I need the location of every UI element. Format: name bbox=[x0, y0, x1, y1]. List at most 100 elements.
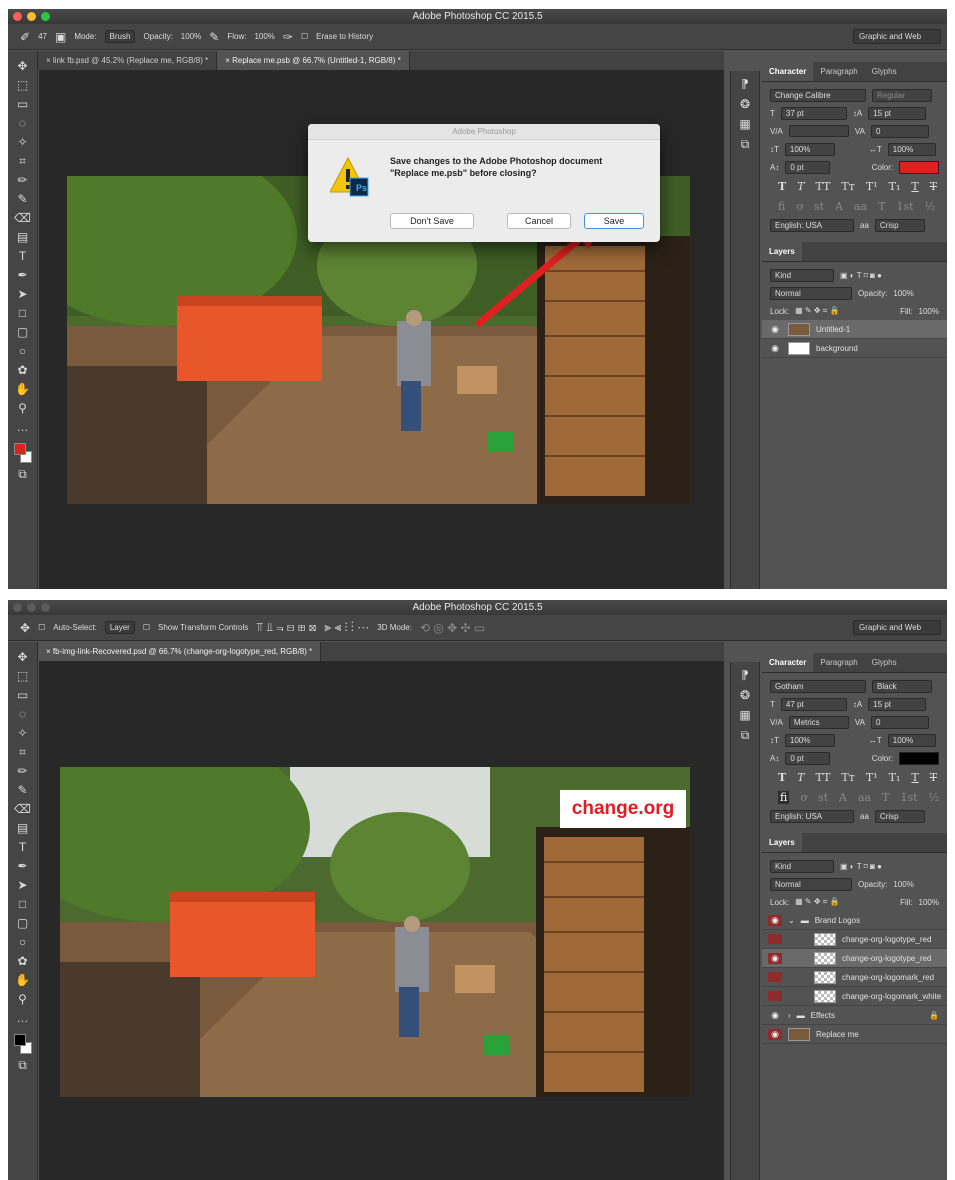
rectangle-tool-icon[interactable]: □ bbox=[19, 895, 26, 914]
all-caps-icon[interactable]: TT bbox=[816, 180, 831, 193]
grid-icon[interactable]: ▦ bbox=[739, 708, 750, 722]
tab-character[interactable]: Character bbox=[762, 62, 814, 81]
fractions-icon[interactable]: ½ bbox=[925, 200, 936, 213]
kerning-field[interactable] bbox=[788, 125, 849, 137]
cancel-button[interactable]: Cancel bbox=[507, 213, 571, 229]
small-caps-icon[interactable]: Tт bbox=[841, 771, 854, 784]
custom-shape-icon[interactable]: ✿ bbox=[17, 952, 27, 971]
layer-row[interactable]: ◉ background bbox=[762, 339, 947, 358]
brush-size[interactable]: 47 bbox=[38, 32, 47, 41]
ordinals-icon[interactable]: T bbox=[882, 791, 889, 804]
hand-tool-icon[interactable]: ✋ bbox=[15, 380, 30, 399]
font-size-field[interactable]: 37 pt bbox=[780, 106, 847, 120]
ordinal-icon[interactable]: 1st bbox=[900, 791, 917, 804]
faux-bold-icon[interactable]: T bbox=[778, 771, 786, 784]
flow-value[interactable]: 100% bbox=[254, 32, 274, 41]
layer-row[interactable]: change-org-logomark_red bbox=[762, 968, 947, 987]
paths-icon[interactable]: ⧉ bbox=[741, 137, 750, 152]
minimize-button[interactable] bbox=[27, 603, 36, 612]
screen-mode-icon[interactable]: ⧉ bbox=[18, 1056, 27, 1075]
visibility-eye-icon[interactable]: ◉ bbox=[768, 914, 782, 926]
text-color-swatch[interactable] bbox=[899, 751, 939, 765]
tab-layers[interactable]: Layers bbox=[762, 242, 802, 261]
layer-filter-icons[interactable]: ▣ ◐ T ⌑ ◙ ● bbox=[840, 862, 882, 871]
layer-opacity-value[interactable]: 100% bbox=[893, 880, 913, 889]
tab-fb-img-link[interactable]: × fb-img-link-Recovered.psd @ 66.7% (cha… bbox=[38, 642, 322, 661]
screen-mode-icon[interactable]: ⧉ bbox=[18, 465, 27, 484]
baseline-shift-field[interactable]: 0 pt bbox=[785, 751, 830, 765]
type-tool-icon[interactable]: T bbox=[19, 838, 26, 857]
lasso-tool-icon[interactable]: ◌ bbox=[19, 705, 26, 724]
old-style-icon[interactable]: ơ bbox=[800, 791, 807, 804]
tab-layers[interactable]: Layers bbox=[762, 833, 802, 852]
font-size-field[interactable]: 47 pt bbox=[780, 697, 847, 711]
zoom-tool-icon[interactable]: ⚲ bbox=[18, 990, 27, 1009]
eraser-tool-icon[interactable]: ✐ bbox=[20, 30, 30, 44]
artboard-tool-icon[interactable]: ⬚ bbox=[17, 76, 28, 95]
superscript-icon[interactable]: T¹ bbox=[866, 771, 878, 784]
minimize-button[interactable] bbox=[27, 12, 36, 21]
layer-opacity-value[interactable]: 100% bbox=[893, 289, 913, 298]
titling-icon[interactable]: aa bbox=[854, 200, 867, 213]
save-button[interactable]: Save bbox=[584, 213, 644, 229]
close-window-button[interactable] bbox=[13, 603, 22, 612]
visibility-eye-icon[interactable]: ◉ bbox=[768, 343, 782, 354]
more-tools-icon[interactable]: … bbox=[17, 1009, 29, 1028]
layer-row[interactable]: ◉ change-org-logotype_red bbox=[762, 949, 947, 968]
font-family-dropdown[interactable]: Change Calibre bbox=[770, 88, 866, 102]
distribute-buttons-icon[interactable]: ⫸ ⫷ ⫶ ⋮ ⋯ bbox=[324, 620, 369, 635]
font-style-dropdown[interactable]: Regular bbox=[872, 88, 932, 102]
gradient-tool-icon[interactable]: ▤ bbox=[17, 819, 28, 838]
small-caps-icon[interactable]: Tт bbox=[841, 180, 854, 193]
chevron-down-icon[interactable]: ⌄ bbox=[788, 916, 795, 925]
swash-icon[interactable]: st bbox=[814, 200, 824, 213]
auto-select-target[interactable]: Layer bbox=[104, 621, 135, 634]
lasso-tool-icon[interactable]: ◌ bbox=[19, 114, 26, 133]
3d-mode-icons[interactable]: ⟲ ◎ ✥ ✣ ▭ bbox=[420, 621, 485, 635]
layer-row[interactable]: change-org-logotype_red bbox=[762, 930, 947, 949]
mode-dropdown[interactable]: Brush bbox=[104, 30, 136, 43]
ligatures-icon[interactable]: fi bbox=[778, 200, 785, 213]
tab-glyphs[interactable]: Glyphs bbox=[865, 653, 904, 672]
visibility-eye-icon[interactable] bbox=[768, 934, 782, 944]
zoom-tool-icon[interactable]: ⚲ bbox=[18, 399, 27, 418]
close-window-button[interactable] bbox=[13, 12, 22, 21]
language-dropdown[interactable]: English: USA bbox=[770, 218, 854, 232]
move-tool-icon[interactable]: ✥ bbox=[20, 621, 30, 635]
color-swatches[interactable] bbox=[13, 1034, 32, 1056]
tab-character[interactable]: Character bbox=[762, 653, 814, 672]
pen-tool-icon[interactable]: ✒ bbox=[17, 266, 27, 285]
faux-italic-icon[interactable]: T bbox=[797, 180, 804, 193]
fractions-icon[interactable]: ½ bbox=[929, 791, 940, 804]
workspace-dropdown[interactable]: Graphic and Web bbox=[853, 620, 941, 635]
color-swatches[interactable] bbox=[13, 443, 32, 465]
visibility-eye-icon[interactable]: ◉ bbox=[768, 324, 782, 335]
brush-tool-icon[interactable]: ✎ bbox=[17, 190, 27, 209]
underline-icon[interactable]: T bbox=[911, 771, 918, 784]
pressure-opacity-icon[interactable]: ✎ bbox=[209, 30, 219, 44]
visibility-eye-icon[interactable]: ◉ bbox=[768, 952, 782, 964]
horizontal-scale-field[interactable]: 100% bbox=[887, 733, 936, 747]
layer-filter-kind[interactable]: Kind bbox=[770, 859, 834, 873]
move-tool-icon[interactable]: ✥ bbox=[17, 57, 27, 76]
3d-icon[interactable]: ❂ bbox=[740, 97, 750, 111]
all-caps-icon[interactable]: TT bbox=[816, 771, 831, 784]
ordinals-icon[interactable]: T bbox=[878, 200, 885, 213]
titling-icon[interactable]: aa bbox=[858, 791, 871, 804]
layer-row[interactable]: change-org-logomark_white bbox=[762, 987, 947, 1006]
lock-icons[interactable]: ▦ ✎ ✥ ⌗ 🔒 bbox=[795, 897, 839, 907]
language-dropdown[interactable]: English: USA bbox=[770, 809, 854, 823]
vertical-scale-field[interactable]: 100% bbox=[784, 733, 835, 747]
font-family-dropdown[interactable]: Gotham bbox=[770, 679, 866, 693]
zoom-button[interactable] bbox=[41, 603, 50, 612]
marquee-tool-icon[interactable]: ▭ bbox=[17, 686, 28, 705]
visibility-eye-icon[interactable]: ◉ bbox=[768, 1028, 782, 1040]
ordinal-icon[interactable]: 1st bbox=[896, 200, 913, 213]
magic-wand-icon[interactable]: ✧ bbox=[17, 133, 27, 152]
paths-icon[interactable]: ⧉ bbox=[741, 728, 750, 743]
ligatures-icon[interactable]: fi bbox=[778, 790, 790, 804]
layer-fill-value[interactable]: 100% bbox=[919, 898, 939, 907]
more-tools-icon[interactable]: … bbox=[17, 418, 29, 437]
hand-tool-icon[interactable]: ✋ bbox=[15, 971, 30, 990]
layer-filter-icons[interactable]: ▣ ◐ T ⌑ ◙ ● bbox=[840, 271, 882, 280]
